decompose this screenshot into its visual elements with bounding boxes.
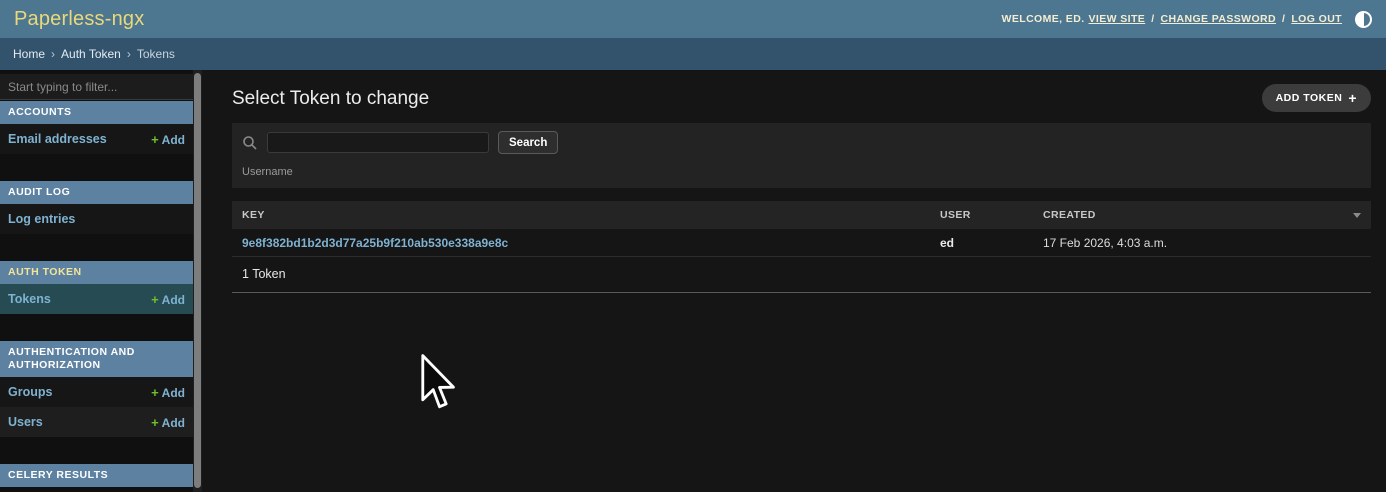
user-tools: WELCOME, ED. VIEW SITE / CHANGE PASSWORD… (1002, 11, 1372, 28)
sidebar-section-audit-log: AUDIT LOG Log entries (0, 181, 193, 234)
sidebar-item-email-addresses[interactable]: Email addresses +Add (0, 124, 193, 154)
change-password-link[interactable]: CHANGE PASSWORD (1161, 13, 1276, 25)
add-group-link[interactable]: +Add (151, 385, 185, 400)
breadcrumb-current: Tokens (137, 47, 175, 61)
tools-separator: / (1151, 13, 1154, 25)
add-token-link[interactable]: +Add (151, 292, 185, 307)
scrollbar-thumb[interactable] (194, 73, 201, 488)
add-label: Add (162, 133, 185, 147)
welcome-text: WELCOME, ED. (1002, 13, 1085, 25)
plus-icon: + (1348, 93, 1357, 103)
log-out-link[interactable]: LOG OUT (1291, 13, 1342, 25)
sidebar-section-accounts: ACCOUNTS Email addresses +Add (0, 101, 193, 154)
add-token-button-label: ADD TOKEN (1276, 92, 1343, 104)
main-content: Select Token to change ADD TOKEN + Searc… (202, 70, 1386, 492)
breadcrumb-home-link[interactable]: Home (13, 47, 45, 61)
column-header-key[interactable]: KEY (232, 209, 940, 221)
sidebar-item-groups[interactable]: Groups +Add (0, 377, 193, 407)
sidebar-section-auth-token: AUTH TOKEN Tokens +Add (0, 261, 193, 314)
tokens-table: KEY USER CREATED 9e8f382bd1b2d3d77a25b9f… (232, 201, 1371, 293)
plus-icon: + (151, 132, 159, 147)
sidebar-section-auth-and-authz: AUTHENTICATION AND AUTHORIZATION Groups … (0, 341, 193, 437)
search-icon (242, 135, 258, 151)
sidebar-section-celery-results: CELERY RESULTS (0, 464, 193, 487)
search-field-hint: Username (242, 166, 1361, 178)
section-caption-auth-and-authz[interactable]: AUTHENTICATION AND AUTHORIZATION (0, 341, 193, 377)
table-row: 9e8f382bd1b2d3d77a25b9f210ab530e338a9e8c… (232, 229, 1371, 257)
content-area: ACCOUNTS Email addresses +Add AUDIT LOG … (0, 70, 1386, 492)
sidebar-item-users[interactable]: Users +Add (0, 407, 193, 437)
column-header-user[interactable]: USER (940, 209, 1043, 221)
breadcrumb-separator: › (127, 47, 131, 61)
breadcrumb: Home › Auth Token › Tokens (0, 38, 1386, 70)
brand-title[interactable]: Paperless-ngx (14, 8, 144, 31)
add-token-button[interactable]: ADD TOKEN + (1262, 84, 1371, 112)
add-label: Add (162, 386, 185, 400)
section-caption-audit-log[interactable]: AUDIT LOG (0, 181, 193, 204)
model-link-users[interactable]: Users (8, 415, 43, 429)
sidebar-scrollbar[interactable] (193, 70, 202, 492)
search-input[interactable] (267, 132, 489, 153)
page-title: Select Token to change (232, 88, 1371, 110)
model-link-tokens[interactable]: Tokens (8, 292, 51, 306)
search-button[interactable]: Search (498, 131, 558, 154)
plus-icon: + (151, 385, 159, 400)
token-user-cell: ed (940, 236, 1043, 250)
nav-sidebar: ACCOUNTS Email addresses +Add AUDIT LOG … (0, 70, 193, 492)
breadcrumb-app-link[interactable]: Auth Token (61, 47, 121, 61)
model-link-log-entries[interactable]: Log entries (8, 212, 75, 226)
tools-separator: / (1282, 13, 1285, 25)
add-user-link[interactable]: +Add (151, 415, 185, 430)
app-header: Paperless-ngx WELCOME, ED. VIEW SITE / C… (0, 0, 1386, 38)
section-caption-accounts[interactable]: ACCOUNTS (0, 101, 193, 124)
model-link-email-addresses[interactable]: Email addresses (8, 132, 107, 146)
search-panel: Search Username (232, 123, 1371, 188)
token-key-link[interactable]: 9e8f382bd1b2d3d77a25b9f210ab530e338a9e8c (242, 236, 508, 250)
section-caption-celery-results[interactable]: CELERY RESULTS (0, 464, 193, 487)
sort-descending-icon[interactable] (1353, 213, 1361, 218)
plus-icon: + (151, 292, 159, 307)
add-email-address-link[interactable]: +Add (151, 132, 185, 147)
add-label: Add (162, 293, 185, 307)
add-label: Add (162, 416, 185, 430)
column-header-created[interactable]: CREATED (1043, 209, 1371, 221)
sidebar-filter-input[interactable] (0, 74, 193, 100)
theme-toggle-icon[interactable] (1355, 11, 1372, 28)
plus-icon: + (151, 415, 159, 430)
token-created-cell: 17 Feb 2026, 4:03 a.m. (1043, 236, 1371, 250)
sidebar-item-tokens[interactable]: Tokens +Add (0, 284, 193, 314)
table-header-row: KEY USER CREATED (232, 201, 1371, 229)
sidebar-item-log-entries[interactable]: Log entries (0, 204, 193, 234)
result-count: 1 Token (232, 257, 1371, 293)
model-link-groups[interactable]: Groups (8, 385, 52, 399)
breadcrumb-separator: › (51, 47, 55, 61)
section-caption-auth-token[interactable]: AUTH TOKEN (0, 261, 193, 284)
view-site-link[interactable]: VIEW SITE (1089, 13, 1146, 25)
